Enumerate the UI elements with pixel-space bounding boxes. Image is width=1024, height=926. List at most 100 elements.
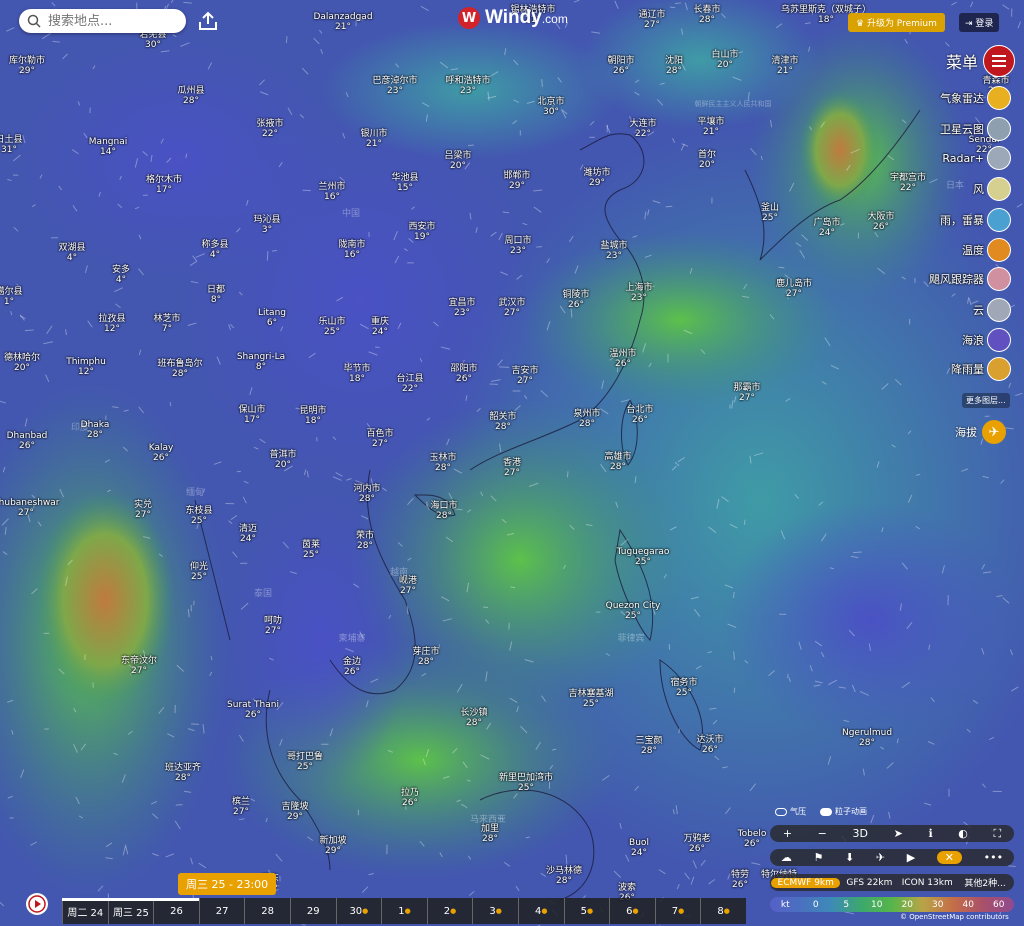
city-label[interactable]: 保山市 17° — [238, 405, 265, 425]
city-label[interactable]: 宇都宫市 22° — [890, 173, 926, 193]
city-label[interactable]: Dhanbad 26° — [7, 431, 48, 451]
zoombar-button[interactable]: + — [783, 827, 792, 840]
city-label[interactable]: 双湖县 4° — [58, 243, 85, 263]
city-label[interactable]: 瓜州县 28° — [177, 86, 204, 106]
city-label[interactable]: 沈阳 28° — [665, 56, 683, 76]
city-label[interactable]: 噶尔县1° — [0, 287, 23, 307]
city-label[interactable]: 玛沁县 3° — [253, 215, 280, 235]
timeline-day[interactable]: 28 — [244, 898, 290, 924]
city-label[interactable]: 白山市 20° — [711, 50, 738, 70]
zoombar-button[interactable]: ⛶ — [993, 827, 1001, 841]
timeline-day[interactable]: 27 — [198, 898, 245, 924]
layer-button[interactable]: 降雨量 — [951, 357, 1011, 381]
city-label[interactable]: 大阪市 26° — [867, 212, 894, 232]
city-label[interactable]: 茵莱 25° — [302, 540, 320, 560]
city-label[interactable]: 毕节市 18° — [343, 364, 370, 384]
city-label[interactable]: 鹿儿岛市 27° — [776, 279, 812, 299]
toolsbar-button[interactable]: ▶ — [907, 851, 915, 864]
city-label[interactable]: 邵阳市 26° — [450, 364, 477, 384]
city-label[interactable]: Bhubaneshwar27° — [0, 498, 60, 518]
layer-button[interactable]: 云 — [973, 298, 1011, 322]
city-label[interactable]: 香港 27° — [503, 458, 521, 478]
city-label[interactable]: 新加坡 29° — [319, 836, 346, 856]
city-label[interactable]: 乐山市 25° — [318, 317, 345, 337]
pressure-toggle[interactable]: 气压 — [775, 806, 806, 817]
city-label[interactable]: 拉孜县 12° — [98, 314, 125, 334]
city-label[interactable]: 海口市 28° — [430, 501, 457, 521]
toolsbar-button[interactable]: ⬇ — [845, 851, 854, 864]
zoombar-button[interactable]: 3D — [853, 827, 868, 840]
share-icon[interactable] — [197, 10, 219, 32]
menu-label[interactable]: 菜单 — [946, 49, 978, 73]
city-label[interactable]: 清迈 24° — [239, 524, 257, 544]
hamburger-menu-button[interactable] — [983, 45, 1015, 77]
city-label[interactable]: 温州市 26° — [609, 349, 636, 369]
city-label[interactable]: 釜山 25° — [761, 203, 779, 223]
search-bar[interactable] — [19, 9, 186, 33]
current-time-pill[interactable]: 周三 25 - 23:00 — [178, 873, 277, 895]
city-label[interactable]: 重庆 24° — [371, 317, 389, 337]
city-label[interactable]: 长沙镇 28° — [460, 708, 487, 728]
city-label[interactable]: 北京市 30° — [537, 97, 564, 117]
city-label[interactable]: Quezon City 25° — [606, 601, 661, 621]
city-label[interactable]: 泉州市 28° — [573, 409, 600, 429]
model-option[interactable]: ICON 13km — [898, 878, 956, 888]
city-label[interactable]: 称多县 4° — [201, 240, 228, 260]
city-label[interactable]: 武汉市 27° — [498, 298, 525, 318]
city-label[interactable]: 林芝市 7° — [153, 314, 180, 334]
toolsbar-button[interactable]: ⚑ — [813, 851, 823, 864]
play-button[interactable] — [26, 893, 48, 915]
city-label[interactable]: 吉隆坡 29° — [281, 802, 308, 822]
timeline-day[interactable]: 5 ● — [563, 898, 610, 924]
toolsbar-button[interactable]: ✕ — [936, 851, 963, 864]
timeline-day[interactable]: 1 ● — [381, 898, 427, 924]
zoombar-button[interactable]: ➤ — [894, 827, 903, 840]
city-label[interactable]: 实兑 27° — [134, 500, 152, 520]
city-label[interactable]: 广岛市 24° — [813, 218, 840, 238]
city-label[interactable]: 台江县 22° — [396, 374, 423, 394]
search-input[interactable] — [46, 12, 170, 30]
timeline-day[interactable]: 7 ● — [654, 898, 701, 924]
city-label[interactable]: Buol 24° — [629, 838, 649, 858]
city-label[interactable]: 清津市 21° — [771, 56, 798, 76]
city-label[interactable]: Mangnai 14° — [89, 137, 127, 157]
attribution[interactable]: © OpenStreetMap contributors — [900, 913, 1009, 921]
city-label[interactable]: Shangri-La 8° — [237, 352, 285, 372]
layer-button[interactable]: 卫星云图 — [940, 117, 1011, 141]
city-label[interactable]: 朝阳市 26° — [607, 56, 634, 76]
city-label[interactable]: 沙马林德 28° — [546, 866, 582, 886]
windy-logo[interactable]: W Windy.com — [458, 7, 568, 29]
city-label[interactable]: 班达亚齐 28° — [165, 763, 201, 783]
timeline-day[interactable]: 周二 24 — [62, 898, 108, 924]
city-label[interactable]: 哥打巴鲁 25° — [287, 752, 323, 772]
toolsbar-button[interactable]: ☁ — [781, 851, 792, 864]
timeline-day[interactable]: 6 ● — [609, 898, 655, 924]
city-label[interactable]: 银川市 21° — [360, 129, 387, 149]
timeline-day[interactable]: 3 ● — [472, 898, 518, 924]
particles-toggle[interactable]: 粒子动画 — [820, 806, 867, 817]
zoombar-button[interactable]: ℹ — [928, 827, 932, 840]
timeline-day[interactable]: 8 ● — [700, 898, 746, 924]
city-label[interactable]: 巴彦淖尔市 23° — [372, 76, 417, 96]
layer-button[interactable]: 雨，雷暴 — [940, 208, 1011, 232]
city-label[interactable]: 陇南市 16° — [338, 240, 365, 260]
timeline-day[interactable]: 26 — [153, 898, 199, 924]
city-label[interactable]: 呼和浩特市 23° — [445, 76, 490, 96]
city-label[interactable]: 上海市 23° — [625, 283, 652, 303]
login-button[interactable]: ⇥ 登录 — [959, 13, 1000, 32]
city-label[interactable]: 平壤市 21° — [697, 117, 724, 137]
city-label[interactable]: Ngerulmud 28° — [842, 728, 892, 748]
city-label[interactable]: 仰光 25° — [190, 562, 208, 582]
layer-button[interactable]: 温度 — [962, 238, 1011, 262]
city-label[interactable]: 万鸦老 26° — [683, 834, 710, 854]
city-label[interactable]: 拉乃 26° — [401, 788, 419, 808]
city-label[interactable]: 百色市 27° — [366, 429, 393, 449]
city-label[interactable]: 格尔木市 17° — [146, 175, 182, 195]
city-label[interactable]: 那霸市 27° — [733, 383, 760, 403]
city-label[interactable]: 周口市 23° — [504, 236, 531, 256]
city-label[interactable]: 新里巴加湾市 25° — [499, 773, 553, 793]
city-label[interactable]: 宿务市 25° — [670, 678, 697, 698]
zoombar-button[interactable]: ◐ — [958, 827, 968, 840]
model-option[interactable]: 其他2种... — [956, 876, 1014, 889]
altitude-button[interactable]: 海拔 ✈ — [955, 420, 1006, 444]
